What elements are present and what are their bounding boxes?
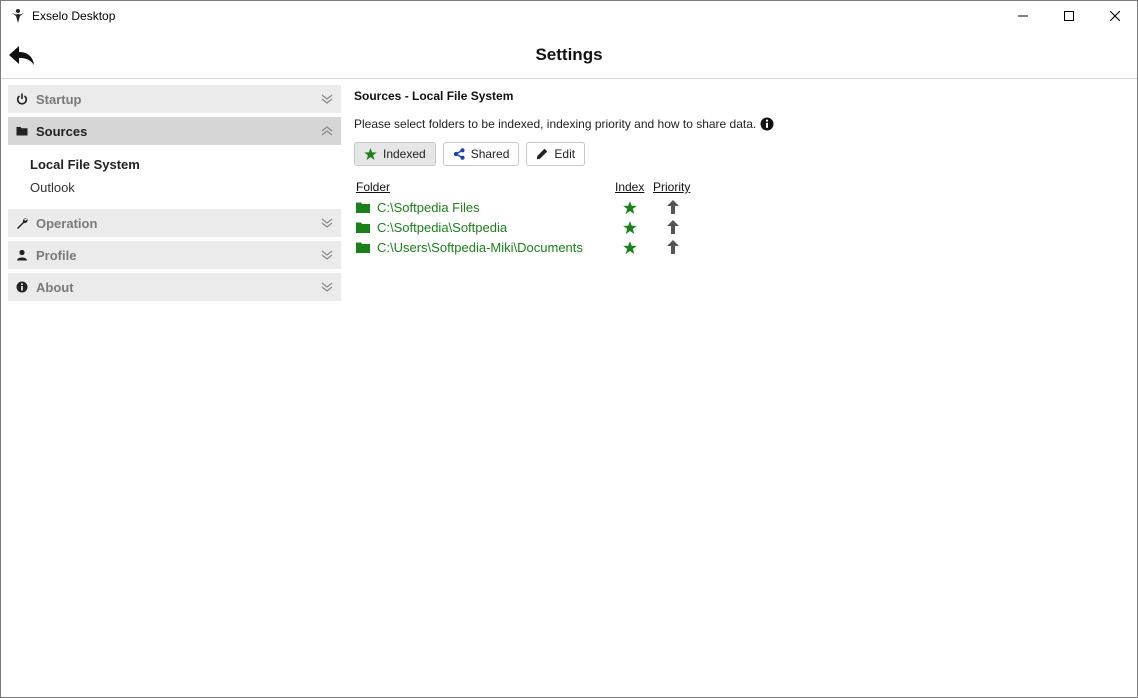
chevron-double-down-icon — [321, 250, 333, 260]
index-star-icon[interactable] — [623, 241, 637, 254]
sidebar-section-profile[interactable]: Profile — [8, 241, 341, 269]
index-star-icon[interactable] — [623, 201, 637, 214]
folder-table: Folder Index Priority C:\Softpedia Files… — [354, 177, 1124, 257]
folder-path[interactable]: C:\Softpedia\Softpedia — [377, 220, 507, 235]
sidebar-section-sources[interactable]: Sources — [8, 117, 341, 145]
chevron-double-down-icon — [321, 282, 333, 292]
chevron-double-down-icon — [321, 94, 333, 104]
priority-up-arrow-icon[interactable] — [667, 200, 679, 214]
description-row: Please select folders to be indexed, ind… — [354, 116, 1124, 132]
sidebar-section-label: Startup — [36, 92, 82, 107]
column-header-index[interactable]: Index — [615, 180, 644, 194]
info-icon[interactable] — [760, 117, 774, 131]
sidebar-item-local-file-system[interactable]: Local File System — [30, 155, 341, 178]
table-row: C:\Users\Softpedia-Miki\Documents — [354, 237, 1124, 257]
indexed-button-label: Indexed — [383, 147, 426, 161]
app-window: Exselo Desktop Settings Startup Sources … — [0, 0, 1138, 698]
settings-sidebar: Startup Sources Local File System Outloo… — [8, 85, 341, 305]
folder-icon — [16, 127, 28, 136]
page-title: Settings — [535, 45, 603, 64]
chevron-double-up-icon — [321, 126, 333, 136]
folder-icon — [356, 202, 370, 213]
close-button[interactable] — [1092, 1, 1138, 31]
app-logo-icon — [12, 9, 24, 23]
main-content: Sources - Local File System Please selec… — [354, 89, 1124, 257]
table-header: Folder Index Priority — [354, 177, 1124, 197]
power-icon — [16, 93, 28, 105]
folder-icon — [356, 222, 370, 233]
folder-icon — [356, 242, 370, 253]
sidebar-section-operation[interactable]: Operation — [8, 209, 341, 237]
column-header-folder[interactable]: Folder — [356, 180, 390, 194]
title-bar: Exselo Desktop — [1, 1, 1137, 31]
maximize-icon — [1064, 11, 1074, 21]
description-text: Please select folders to be indexed, ind… — [354, 117, 757, 131]
sidebar-section-startup[interactable]: Startup — [8, 85, 341, 113]
maximize-button[interactable] — [1046, 1, 1092, 31]
sidebar-section-about[interactable]: About — [8, 273, 341, 301]
shared-button-label: Shared — [470, 147, 510, 161]
column-header-priority[interactable]: Priority — [653, 180, 690, 194]
edit-button[interactable]: Edit — [526, 142, 586, 166]
edit-button-label: Edit — [554, 147, 576, 161]
sidebar-section-label: Profile — [36, 248, 77, 263]
settings-header: Settings — [1, 31, 1137, 79]
priority-up-arrow-icon[interactable] — [667, 240, 679, 254]
sidebar-item-outlook[interactable]: Outlook — [30, 178, 341, 201]
pencil-icon — [537, 148, 548, 160]
wrench-icon — [17, 218, 28, 229]
table-row: C:\Softpedia Files — [354, 197, 1124, 217]
chevron-double-down-icon — [321, 218, 333, 228]
section-title: Sources - Local File System — [354, 89, 514, 103]
index-star-icon[interactable] — [623, 221, 637, 234]
user-icon — [17, 249, 27, 261]
sidebar-section-label: Sources — [36, 124, 88, 139]
star-icon — [364, 148, 377, 160]
folder-path[interactable]: C:\Users\Softpedia-Miki\Documents — [377, 240, 583, 255]
info-icon — [16, 281, 28, 293]
indexed-button[interactable]: Indexed — [354, 142, 436, 166]
folder-path[interactable]: C:\Softpedia Files — [377, 200, 480, 215]
minimize-button[interactable] — [1000, 1, 1046, 31]
priority-up-arrow-icon[interactable] — [667, 220, 679, 234]
shared-button[interactable]: Shared — [442, 142, 520, 166]
sidebar-section-label: About — [36, 280, 74, 295]
sources-subitems: Local File System Outlook — [8, 149, 341, 205]
window-title: Exselo Desktop — [32, 9, 116, 23]
sidebar-section-label: Operation — [36, 216, 98, 231]
filter-toolbar: Indexed Shared Edit — [354, 142, 1124, 166]
minimize-icon — [1018, 15, 1028, 17]
close-icon — [1110, 11, 1120, 21]
table-row: C:\Softpedia\Softpedia — [354, 217, 1124, 237]
share-icon — [453, 148, 465, 160]
